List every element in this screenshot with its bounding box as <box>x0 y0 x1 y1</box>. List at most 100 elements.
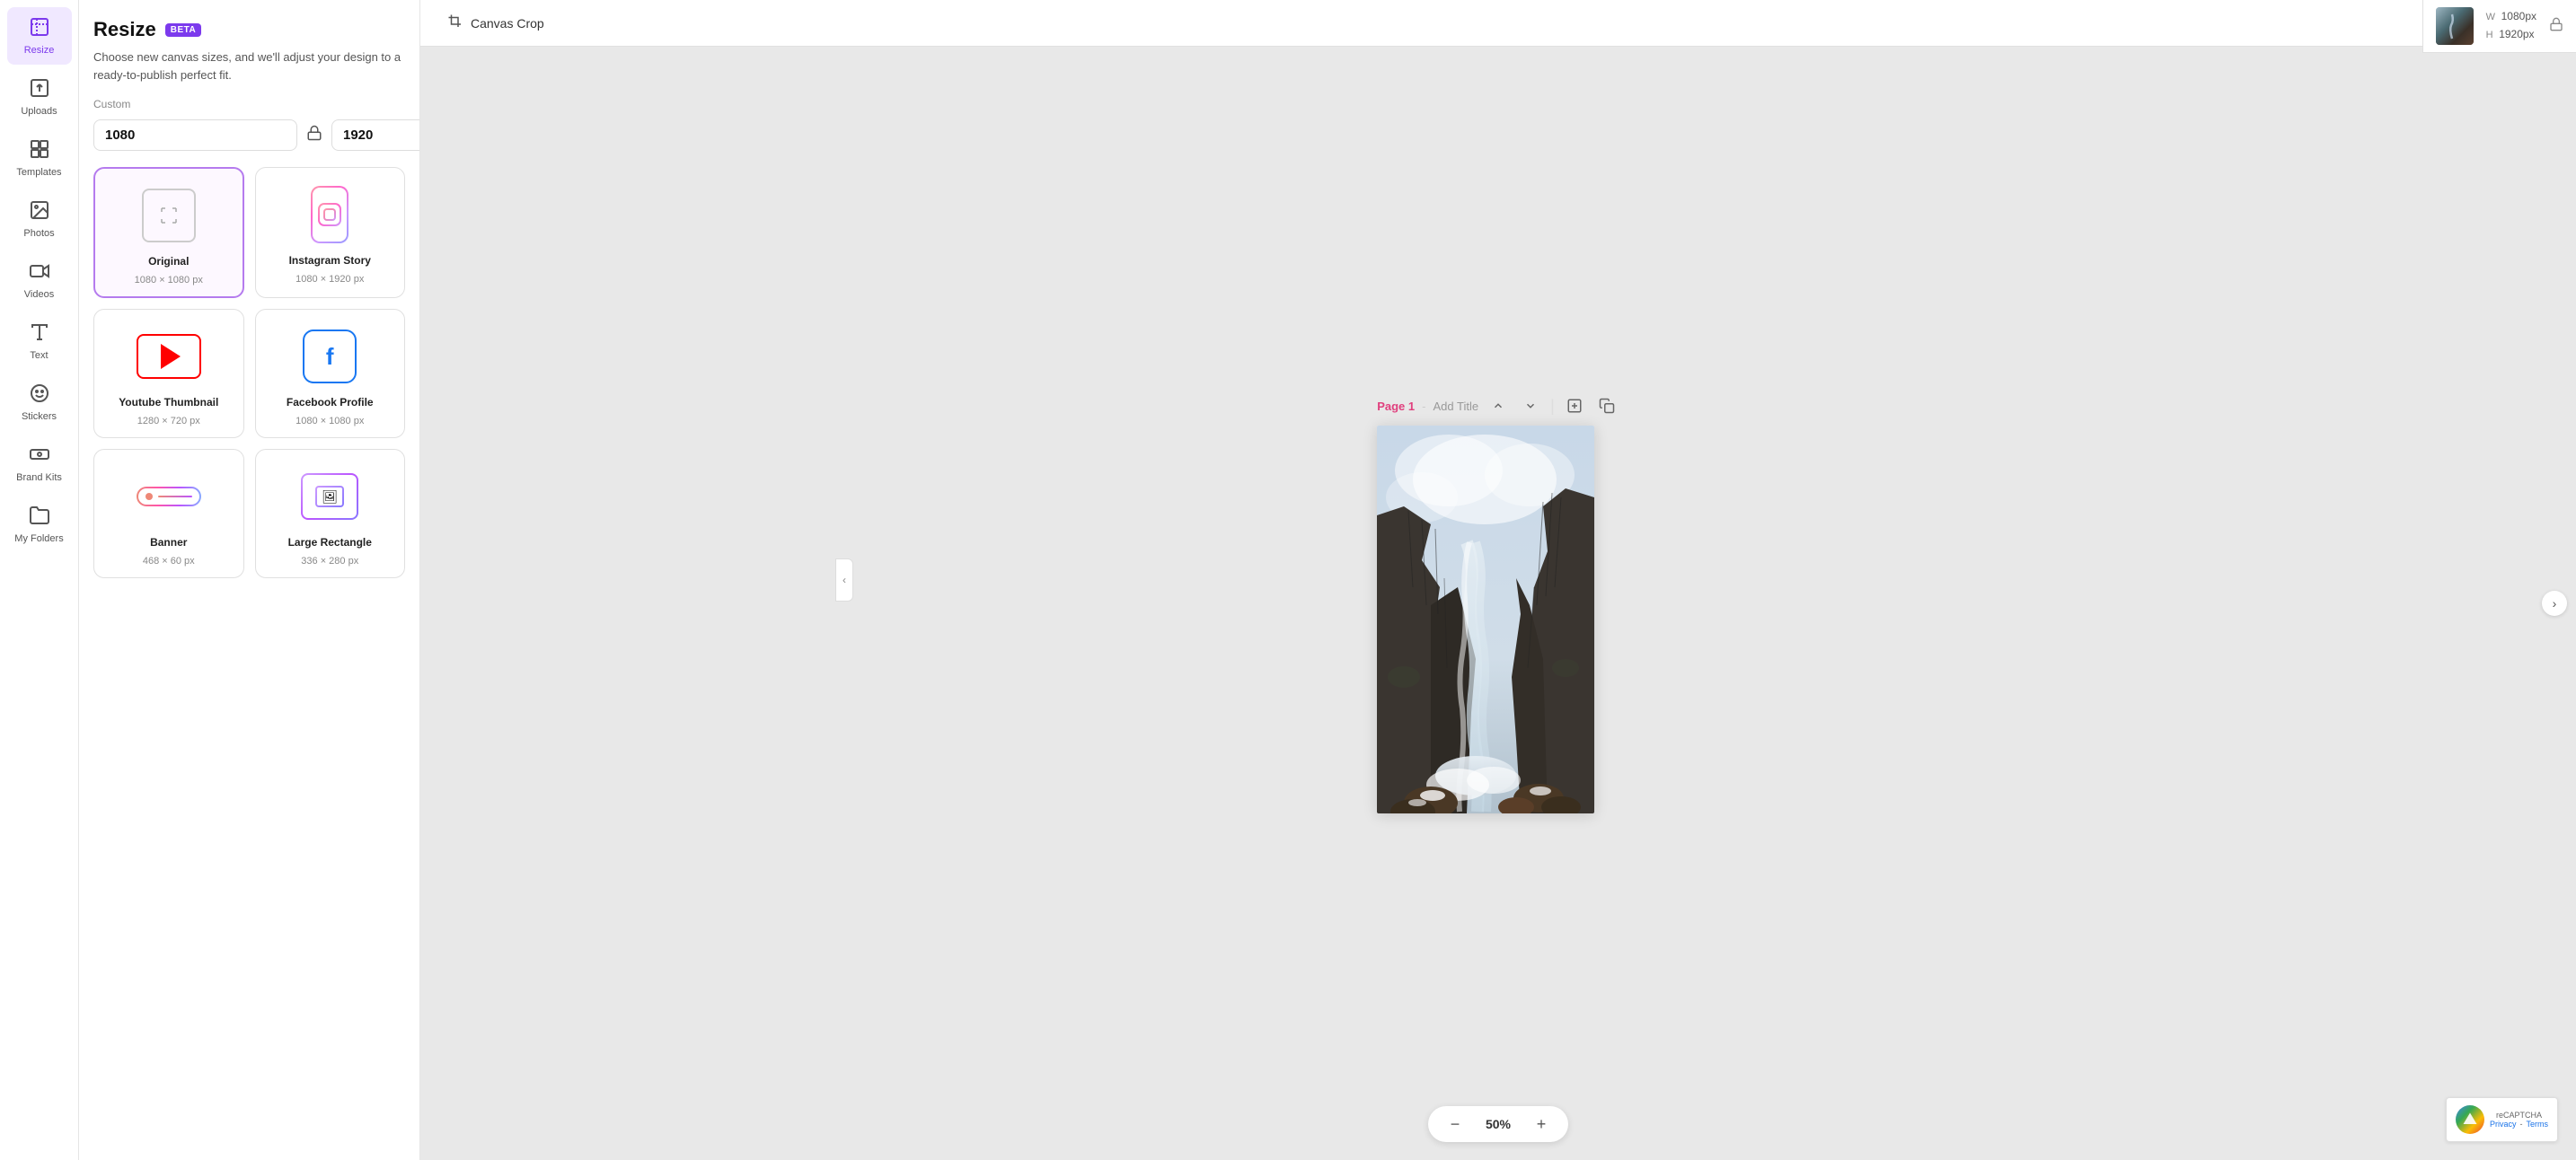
recaptcha-text: reCAPTCHA Privacy - Terms <box>2490 1111 2548 1129</box>
uploads-icon <box>29 77 50 102</box>
canvas-crop-icon <box>447 13 463 32</box>
card-youtube-icon-area <box>133 324 205 389</box>
top-toolbar: Canvas Crop <box>420 0 2576 47</box>
card-banner[interactable]: Banner 468 × 60 px <box>93 449 244 578</box>
banner-icon <box>137 487 201 506</box>
templates-icon <box>29 138 50 163</box>
page-up-button[interactable] <box>1486 393 1511 418</box>
right-arrow-button[interactable]: › <box>2542 591 2567 616</box>
sidebar-item-resize-label: Resize <box>24 45 55 56</box>
lr-image-icon: 🖼 <box>322 489 338 505</box>
sidebar-item-stickers[interactable]: Stickers <box>7 373 72 431</box>
canvas-crop-button[interactable]: Canvas Crop <box>438 8 553 38</box>
photos-icon <box>29 199 50 224</box>
resize-cards-grid: Original 1080 × 1080 px Instagram Story … <box>93 167 405 578</box>
sidebar-item-templates[interactable]: Templates <box>7 129 72 187</box>
card-large-rectangle-dims: 336 × 280 px <box>301 556 358 567</box>
canvas-crop-label: Canvas Crop <box>471 16 544 31</box>
canvas-frame[interactable] <box>1377 426 1594 813</box>
card-original-dims: 1080 × 1080 px <box>135 275 203 286</box>
card-youtube-thumbnail[interactable]: Youtube Thumbnail 1280 × 720 px <box>93 309 244 438</box>
sidebar-item-my-folders-label: My Folders <box>14 533 63 544</box>
videos-icon <box>29 260 50 286</box>
sidebar-item-uploads-label: Uploads <box>21 106 57 117</box>
panel-description: Choose new canvas sizes, and we'll adjus… <box>93 48 405 83</box>
zoom-in-button[interactable]: + <box>1531 1113 1552 1135</box>
sidebar-item-brand-kits-label: Brand Kits <box>16 472 62 483</box>
card-original-icon-area <box>133 183 205 248</box>
width-value: 1080px <box>2501 10 2536 22</box>
card-banner-dims: 468 × 60 px <box>143 556 195 567</box>
width-label: W <box>2486 12 2495 22</box>
sidebar-item-my-folders[interactable]: My Folders <box>7 496 72 553</box>
card-instagram-story[interactable]: Instagram Story 1080 × 1920 px <box>255 167 406 298</box>
preview-dimensions: W 1080px H 1920px <box>2486 8 2536 43</box>
original-icon <box>142 189 196 242</box>
sidebar-item-photos-label: Photos <box>23 228 54 239</box>
lock-icon[interactable] <box>306 125 322 145</box>
dimensions-row: px ▾ <box>93 119 405 151</box>
sidebar-item-videos[interactable]: Videos <box>7 251 72 309</box>
card-large-rectangle[interactable]: 🖼 Large Rectangle 336 × 280 px <box>255 449 406 578</box>
card-instagram-story-label: Instagram Story <box>289 254 371 267</box>
zoom-bar: − 50% + <box>1428 1106 1568 1142</box>
page-copy-button[interactable] <box>1594 393 1619 418</box>
top-right-panel: W 1080px H 1920px <box>2422 0 2576 53</box>
card-banner-icon-area <box>133 464 205 529</box>
page-container: Page 1 - Add Title | <box>1377 393 1619 813</box>
sidebar-item-brand-kits[interactable]: Brand Kits <box>7 435 72 492</box>
recaptcha-logo <box>2456 1105 2484 1134</box>
recaptcha-privacy-link[interactable]: Privacy <box>2490 1120 2517 1129</box>
page-separator: - <box>1422 400 1425 413</box>
canvas-workspace: Page 1 - Add Title | <box>420 47 2576 1160</box>
panel-collapse-button[interactable]: ‹ <box>835 558 853 602</box>
brand-kits-icon <box>29 444 50 469</box>
canvas-area: Canvas Crop W 1080px <box>420 0 2576 1160</box>
width-input[interactable] <box>93 119 297 151</box>
my-folders-icon <box>29 505 50 530</box>
page-label: Page 1 <box>1377 400 1415 413</box>
recaptcha-badge: reCAPTCHA Privacy - Terms <box>2446 1097 2558 1142</box>
recaptcha-label: reCAPTCHA <box>2490 1111 2548 1120</box>
lock-right-icon[interactable] <box>2549 17 2563 36</box>
page-label-row: Page 1 - Add Title | <box>1377 393 1619 418</box>
recaptcha-terms-link[interactable]: Terms <box>2527 1120 2549 1129</box>
stickers-icon <box>29 382 50 408</box>
height-value: 1920px <box>2499 28 2534 40</box>
card-facebook-dims: 1080 × 1080 px <box>296 416 364 426</box>
zoom-out-button[interactable]: − <box>1444 1113 1466 1135</box>
text-icon <box>29 321 50 347</box>
card-large-rectangle-icon-area: 🖼 <box>294 464 366 529</box>
preview-thumbnail <box>2436 7 2474 45</box>
youtube-play-icon <box>161 344 181 369</box>
page-divider: | <box>1550 397 1555 416</box>
card-instagram-story-dims: 1080 × 1920 px <box>296 274 364 285</box>
facebook-icon: f <box>303 330 357 383</box>
sidebar-item-resize[interactable]: Resize <box>7 7 72 65</box>
zoom-value: 50% <box>1480 1117 1516 1131</box>
card-facebook-profile[interactable]: f Facebook Profile 1080 × 1080 px <box>255 309 406 438</box>
sidebar-item-videos-label: Videos <box>24 289 54 300</box>
card-facebook-label: Facebook Profile <box>287 396 374 409</box>
card-original-label: Original <box>148 255 189 268</box>
card-original[interactable]: Original 1080 × 1080 px <box>93 167 244 298</box>
page-down-button[interactable] <box>1518 393 1543 418</box>
resize-icon <box>29 16 50 41</box>
page-add-title[interactable]: Add Title <box>1433 400 1478 413</box>
height-label: H <box>2486 30 2493 40</box>
card-instagram-story-icon-area <box>294 182 366 247</box>
youtube-icon <box>137 334 201 379</box>
sidebar-nav: Resize Uploads Templates <box>0 0 79 1160</box>
sidebar-item-text[interactable]: Text <box>7 312 72 370</box>
page-add-button[interactable] <box>1562 393 1587 418</box>
panel-title: Resize <box>93 18 156 41</box>
sidebar-item-text-label: Text <box>30 350 48 361</box>
large-rectangle-icon: 🖼 <box>301 473 358 520</box>
card-large-rectangle-label: Large Rectangle <box>288 536 372 549</box>
instagram-icon <box>311 186 348 243</box>
height-input[interactable] <box>331 119 420 151</box>
sidebar-item-uploads[interactable]: Uploads <box>7 68 72 126</box>
card-youtube-label: Youtube Thumbnail <box>119 396 218 409</box>
card-banner-label: Banner <box>150 536 187 549</box>
sidebar-item-photos[interactable]: Photos <box>7 190 72 248</box>
